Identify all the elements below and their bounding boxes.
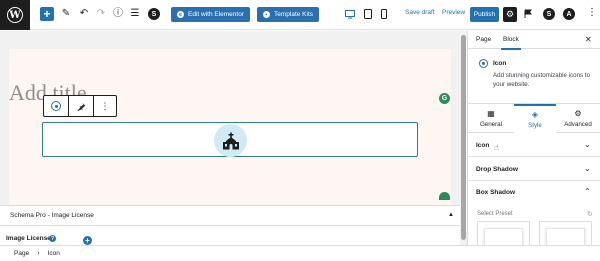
tab-general[interactable]: ▦ General [470, 104, 512, 133]
chevron-down-icon: ⌄ [584, 140, 591, 149]
block-name: Icon [493, 60, 507, 67]
undo-icon[interactable]: ↶ [77, 7, 91, 21]
plugin-flag-icon[interactable] [521, 7, 535, 21]
block-toolbar: ⋮ [43, 95, 117, 117]
mobile-preview-icon[interactable] [377, 7, 391, 21]
tab-advanced-label: Advanced [564, 120, 592, 128]
church-icon [222, 132, 239, 149]
block-icon-icon [479, 59, 488, 68]
breadcrumb: Page › Icon [0, 245, 600, 261]
meta-box-header[interactable]: Schema Pro - Image License ▲ [0, 206, 460, 226]
edit-with-elementor-button[interactable]: e Edit with Elementor [171, 7, 250, 22]
shadow-preset-1[interactable] [477, 221, 530, 245]
tab-page[interactable]: Page [476, 36, 491, 43]
advanced-gear-icon: ⚙ [574, 108, 582, 118]
help-icon[interactable]: ? [49, 235, 56, 242]
list-view-icon[interactable]: ☰ [128, 7, 142, 21]
template-kits-icon: ▪ [263, 11, 270, 18]
scrollbar-thumb[interactable] [461, 35, 466, 240]
target-icon [51, 101, 61, 111]
add-block-button[interactable]: + [40, 7, 54, 21]
template-kits-button[interactable]: ▪ Template Kits [257, 7, 320, 22]
editor-canvas [0, 31, 460, 205]
block-type-button[interactable] [44, 96, 69, 116]
icon-block[interactable] [42, 122, 418, 157]
elementor-icon: e [177, 11, 184, 18]
collapse-arrow-icon[interactable]: ▲ [448, 212, 454, 218]
reset-icon[interactable]: ↻ [587, 210, 593, 218]
pin-icon [77, 102, 85, 111]
panel-drop-shadow[interactable]: Drop Shadow ⌄ [468, 158, 600, 181]
tab-advanced[interactable]: ⚙ Advanced [557, 104, 599, 133]
panel-drop-shadow-label: Drop Shadow [476, 166, 518, 173]
icon-block-circle [214, 124, 247, 157]
add-field-icon[interactable]: + [83, 236, 92, 245]
pin-button[interactable] [69, 96, 94, 116]
panel-box-shadow-label: Box Shadow [476, 189, 516, 196]
publish-button[interactable]: Publish [470, 7, 499, 22]
plugin-s-icon[interactable]: S [148, 8, 160, 20]
shadow-preset-2[interactable] [539, 221, 592, 245]
preset-preview [484, 228, 523, 245]
schema-meta-box: Schema Pro - Image License ▲ Image Licen… [0, 205, 460, 245]
panel-icon[interactable]: Icon ☝ ⌄ [468, 134, 600, 157]
grammarly-icon-partial[interactable] [439, 192, 450, 200]
editor-top-bar: W + ✎ ↶ ↷ ⓘ ☰ S e Edit with Elementor ▪ … [0, 0, 600, 30]
chevron-up-icon: ⌃ [584, 187, 591, 196]
pen-tool-icon[interactable]: ✎ [59, 7, 73, 21]
save-draft-button[interactable]: Save draft [405, 9, 435, 16]
style-brush-icon: ◈ [531, 109, 539, 119]
template-kits-label: Template Kits [274, 11, 314, 18]
tab-general-label: General [479, 120, 502, 128]
close-icon[interactable]: ✕ [585, 35, 592, 44]
tab-style-label: Style [528, 121, 542, 129]
desktop-preview-icon[interactable] [343, 7, 357, 21]
breadcrumb-item-page[interactable]: Page [14, 250, 29, 257]
options-menu-icon[interactable]: ⋮ [587, 8, 597, 18]
tab-block[interactable]: Block [501, 36, 521, 50]
wordpress-logo-button[interactable]: W [0, 0, 30, 30]
breadcrumb-separator: › [37, 250, 40, 257]
block-description: Add stunning customizable icons to your … [493, 72, 590, 88]
edit-with-elementor-label: Edit with Elementor [188, 11, 244, 18]
image-license-label: Image License [6, 235, 51, 242]
sidebar-tabs: Page Block ✕ [468, 31, 600, 50]
spectra-icon[interactable]: S [543, 8, 555, 20]
canvas-scrollbar[interactable] [460, 31, 467, 245]
grammarly-icon[interactable]: G [439, 93, 450, 104]
tablet-preview-icon[interactable] [361, 7, 375, 21]
block-options-button[interactable]: ⋮ [94, 96, 116, 116]
panel-box-shadow[interactable]: Box Shadow ⌃ [468, 181, 600, 204]
tab-style[interactable]: ◈ Style [514, 104, 556, 133]
preview-button[interactable]: Preview [442, 9, 465, 16]
meta-box-title: Schema Pro - Image License [10, 212, 94, 219]
select-preset-label: Select Preset [477, 211, 513, 217]
panel-icon-label: Icon [476, 142, 490, 149]
preset-preview [546, 228, 585, 245]
hand-cursor-icon: ☝ [494, 143, 499, 152]
settings-sidebar: Page Block ✕ Icon Add stunning customiza… [467, 31, 600, 245]
general-icon: ▦ [487, 108, 495, 118]
breadcrumb-item-icon[interactable]: Icon [48, 250, 60, 257]
settings-icon[interactable]: ⚙ [503, 7, 517, 22]
redo-icon[interactable]: ↷ [94, 7, 108, 21]
chevron-down-icon: ⌄ [584, 164, 591, 173]
info-icon[interactable]: ⓘ [111, 7, 125, 21]
inspector-tabs: ▦ General ◈ Style ⚙ Advanced [468, 103, 600, 133]
astra-icon[interactable]: A [563, 8, 575, 20]
wordpress-icon: W [7, 7, 23, 23]
